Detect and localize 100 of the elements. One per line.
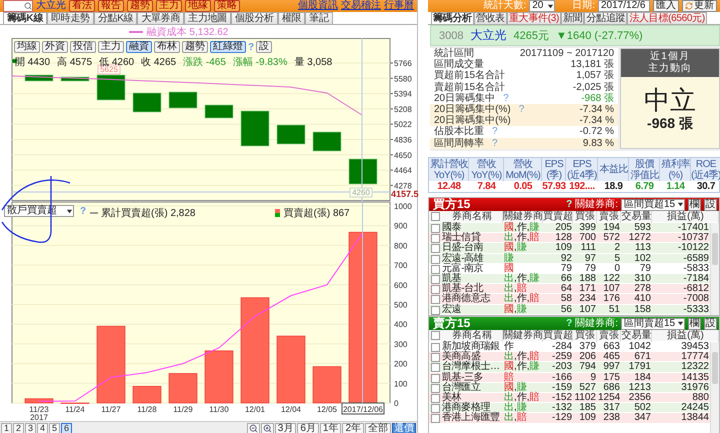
column-header[interactable]: 賣張 <box>597 211 621 223</box>
checkbox[interactable] <box>431 331 440 340</box>
range-button[interactable]: 1年 <box>320 422 342 433</box>
date-field[interactable]: 2017/12/6 <box>598 0 650 12</box>
analysis-tab[interactable]: 營收表 <box>474 12 507 24</box>
indicator-button[interactable]: 均線 <box>14 41 40 53</box>
panel-button[interactable]: 欄 <box>688 198 701 210</box>
column-header[interactable]: 買賣超 <box>543 330 573 342</box>
column-header[interactable]: 損益(萬) <box>652 330 719 342</box>
column-header[interactable]: 關鍵券商 <box>503 211 543 223</box>
range-button[interactable]: 6月 <box>297 422 319 433</box>
analysis-tab[interactable]: 新聞 <box>561 12 584 24</box>
help-icon[interactable]: ? <box>566 199 572 210</box>
checkbox[interactable] <box>431 274 440 284</box>
toolbar-button[interactable]: 報告 <box>98 0 124 12</box>
checkbox[interactable] <box>431 306 440 314</box>
zoom-out-button[interactable] <box>246 423 260 433</box>
checkbox[interactable] <box>431 374 440 383</box>
zoom-in-button[interactable] <box>260 423 274 433</box>
view-tab[interactable]: 筆記 <box>305 12 333 24</box>
top-link[interactable]: 行事曆 <box>384 0 414 12</box>
indicator-button[interactable]: 投信 <box>70 41 96 53</box>
analysis-tab[interactable]: 籌碼分析 <box>431 12 474 24</box>
table-row[interactable]: 元富-南京 國 79 79 0 79 -5833 <box>429 264 710 274</box>
checkbox[interactable] <box>431 343 440 352</box>
checkbox[interactable] <box>431 404 440 414</box>
restore-button[interactable]: 還價 <box>392 422 416 433</box>
checkbox[interactable] <box>431 353 440 362</box>
column-header[interactable]: 券商名稱 <box>441 330 503 342</box>
column-header[interactable]: 賣張 <box>597 330 621 342</box>
column-header[interactable]: 券商名稱 <box>441 211 503 223</box>
checkbox[interactable] <box>431 244 440 254</box>
toolbar-button[interactable]: 趨勢 <box>127 0 153 12</box>
range-select[interactable]: 區間買超15 <box>621 198 685 210</box>
search-field[interactable] <box>3 0 33 12</box>
page-button[interactable]: 5 <box>49 423 60 433</box>
indicator-button[interactable]: 趨勢 <box>182 41 208 53</box>
table-row[interactable]: 台灣匯立 國,賺 -159 527 686 1213 31976 <box>429 382 710 393</box>
top-link[interactable]: 個股資訊 <box>298 0 338 12</box>
view-tab[interactable]: 大單券商 <box>137 12 184 24</box>
page-button[interactable]: 4 <box>37 423 48 433</box>
indicator-button[interactable]: 布林 <box>154 41 180 53</box>
table-row[interactable]: 港商德意志 出,作,賠 58 234 176 410 -7008 <box>429 294 710 304</box>
table-row[interactable]: 台灣摩根士… 國,作,賺 -203 794 997 1791 12322 <box>429 362 710 373</box>
column-header[interactable]: 交易量 <box>621 330 652 342</box>
range-button[interactable]: 全部 <box>365 422 391 433</box>
column-header[interactable]: 買張 <box>573 330 597 342</box>
settings-button[interactable]: 設 <box>256 41 272 53</box>
page-button[interactable]: 2 <box>13 423 24 433</box>
range-select[interactable]: 區間賣超15 <box>621 318 685 330</box>
import-button[interactable]: 匯入 <box>653 0 679 12</box>
indicator-button[interactable]: 外資 <box>42 41 68 53</box>
table-row[interactable]: 宏遠 國,賺 56 107 51 158 -5333 <box>429 304 710 315</box>
checkbox[interactable] <box>431 363 440 372</box>
panel-button[interactable]: 設 <box>704 198 717 210</box>
table-row[interactable]: 宏遠-高雄 賺 92 97 5 102 -6589 <box>429 254 710 264</box>
checkbox[interactable] <box>431 264 440 274</box>
column-header[interactable]: 損益(萬) <box>652 211 719 223</box>
indicator-button[interactable]: 融資 <box>126 41 152 53</box>
range-button[interactable]: 2年 <box>342 422 364 433</box>
toolbar-button[interactable]: 策略 <box>214 0 240 12</box>
page-button[interactable]: 6 <box>61 423 72 433</box>
checkbox[interactable] <box>431 285 440 294</box>
view-tab[interactable]: 分點K線 <box>94 12 138 24</box>
panel-button[interactable]: 欄 <box>688 318 701 330</box>
analysis-tab[interactable]: 分點追蹤 <box>584 12 628 24</box>
indicator-button[interactable]: 紅綠燈 <box>210 41 246 53</box>
range-button[interactable]: 3月 <box>274 422 296 433</box>
column-header[interactable]: 買賣超 <box>543 211 573 223</box>
view-tab[interactable]: 籌碼K線 <box>3 12 48 24</box>
view-tab[interactable]: 權限 <box>278 12 306 24</box>
checkbox[interactable] <box>431 295 440 304</box>
checkbox[interactable] <box>431 414 440 424</box>
column-header[interactable]: 關鍵券商 <box>503 330 543 342</box>
indicator-button[interactable]: 主力 <box>98 41 124 53</box>
scrollbar[interactable] <box>710 342 719 433</box>
checkbox[interactable] <box>431 384 440 393</box>
view-tab[interactable]: 個股分析 <box>230 12 278 24</box>
checkbox[interactable] <box>431 212 440 221</box>
page-button[interactable]: 1 <box>1 423 12 433</box>
table-row[interactable]: 日盛-台南 國,賺 109 111 2 113 -10122 <box>429 243 710 254</box>
stock-name[interactable]: 大立光 <box>470 27 506 44</box>
days-select[interactable]: 20 <box>529 0 556 12</box>
page-button[interactable]: 3 <box>25 423 36 433</box>
view-tab[interactable]: 即時走勢 <box>47 12 94 24</box>
panel-button[interactable]: 設 <box>704 318 717 330</box>
table-row[interactable]: 香港上海匯豐 出,賠 -129 109 238 347 13844 <box>429 413 710 424</box>
analysis-tab[interactable]: 法人目標(6560元) <box>627 12 707 24</box>
scrollbar[interactable] <box>710 223 719 315</box>
checkbox[interactable] <box>431 234 440 244</box>
column-header[interactable]: 交易量 <box>621 211 652 223</box>
toolbar-button[interactable]: 地緣 <box>185 0 211 12</box>
table-row[interactable]: 凱基-三多 賠 -166 9 175 184 14135 <box>429 372 710 383</box>
column-header[interactable]: 買張 <box>573 211 597 223</box>
toolbar-button[interactable]: 看法 <box>69 0 95 12</box>
analysis-tab[interactable]: 重大事件(3) <box>506 12 562 24</box>
checkbox[interactable] <box>431 224 440 233</box>
checkbox[interactable] <box>431 254 440 264</box>
view-tab[interactable]: 主力地圖 <box>184 12 231 24</box>
checkbox[interactable] <box>431 394 440 403</box>
